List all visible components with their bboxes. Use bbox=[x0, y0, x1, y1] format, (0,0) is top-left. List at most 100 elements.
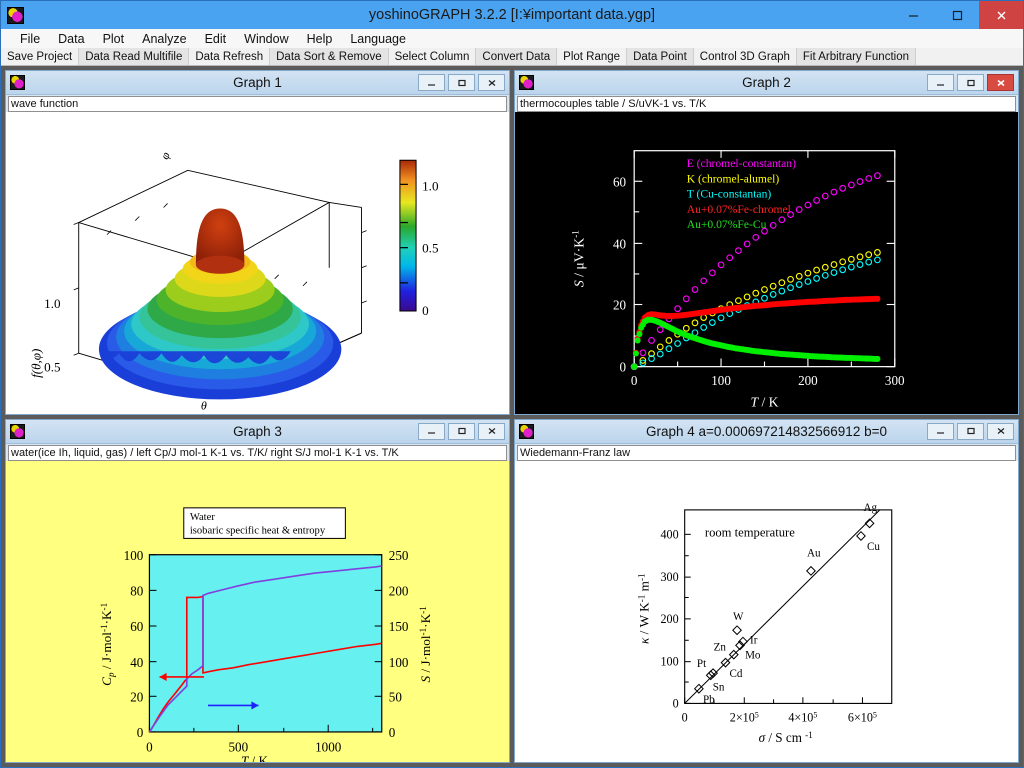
graph2-restore-button[interactable] bbox=[957, 74, 984, 91]
graph3-x-tick-0: 0 bbox=[146, 739, 153, 754]
graph2-x-tick-1: 100 bbox=[711, 373, 731, 388]
graph4-caption[interactable]: Wiedemann-Franz law bbox=[517, 444, 1016, 461]
graph-window-3[interactable]: Graph 3 water(ice Ih, liquid, gas) / lef… bbox=[5, 418, 510, 763]
graph3-yr-tick-0: 0 bbox=[389, 724, 396, 739]
graph3-yr-tick-4: 200 bbox=[389, 583, 409, 598]
graph2-titlebar: Graph 2 bbox=[515, 71, 1018, 95]
graph4-x-axis-label: σ / S cm -1 bbox=[759, 730, 813, 745]
graph4-point-label-au: Au bbox=[807, 547, 821, 559]
graph1-restore-button[interactable] bbox=[448, 74, 475, 91]
menu-plot[interactable]: Plot bbox=[94, 32, 134, 46]
menu-help[interactable]: Help bbox=[298, 32, 342, 46]
maximize-button[interactable] bbox=[935, 1, 979, 29]
graph2-plot-area[interactable]: 0 100 200 300 0 20 40 60 T / K S / μV·K-… bbox=[515, 112, 1018, 414]
graph2-caption[interactable]: thermocouples table / S/uVK-1 vs. T/K bbox=[517, 96, 1016, 112]
graph2-y-tick-0: 0 bbox=[620, 360, 627, 375]
graph1-caption[interactable]: wave function bbox=[8, 96, 507, 112]
toolbar-data-refresh[interactable]: Data Refresh bbox=[189, 48, 271, 65]
graph2-close-button[interactable] bbox=[987, 74, 1014, 91]
graph1-z-axis-label: f(θ,φ) bbox=[28, 349, 43, 378]
graph2-minimize-button[interactable] bbox=[927, 74, 954, 91]
graph4-x-tick-3: 6×105 bbox=[848, 710, 877, 724]
close-button[interactable] bbox=[979, 1, 1023, 29]
graph1-surface-plot: 1.0 0.5 0 f(θ,φ) φ θ 1.0 bbox=[28, 150, 439, 413]
toolbar: Save Project Data Read Multifile Data Re… bbox=[1, 48, 1023, 66]
menu-data[interactable]: Data bbox=[49, 32, 93, 46]
graph3-yr-tick-5: 250 bbox=[389, 547, 409, 562]
graph3-restore-button[interactable] bbox=[448, 422, 475, 440]
graph2-y-tick-2: 40 bbox=[613, 236, 627, 251]
menu-analyze[interactable]: Analyze bbox=[133, 32, 195, 46]
toolbar-convert-data[interactable]: Convert Data bbox=[476, 48, 558, 65]
graph3-caption[interactable]: water(ice Ih, liquid, gas) / left Cp/J m… bbox=[8, 444, 507, 461]
graph4-point-label-w: W bbox=[733, 610, 744, 622]
graph3-y-right-axis-label: S / J·mol-1·K-1 bbox=[418, 606, 433, 682]
graph4-plot-area[interactable]: 0 100 200 300 400 0 2×105 4×105 6×105 σ … bbox=[515, 460, 1018, 762]
graph3-plot-area[interactable]: Water isobaric specific heat & entropy 0… bbox=[6, 460, 509, 762]
graph4-point-label-ir: Ir bbox=[750, 634, 758, 646]
window-controls bbox=[891, 1, 1023, 29]
application-window: yoshinoGRAPH 3.2.2 [I:¥important data.yg… bbox=[0, 0, 1024, 768]
graph1-colorbar-tick-3: 0 bbox=[422, 303, 429, 318]
graph3-yl-tick-5: 100 bbox=[124, 547, 144, 562]
graph3-yr-tick-3: 150 bbox=[389, 619, 409, 634]
graph4-point-label-ag: Ag bbox=[863, 502, 877, 514]
graph-window-1[interactable]: Graph 1 wave function 1.0 0.5 f(θ,φ) φ θ… bbox=[5, 70, 510, 415]
graph1-minimize-button[interactable] bbox=[418, 74, 445, 91]
minimize-button[interactable] bbox=[891, 1, 935, 29]
graph1-controls bbox=[418, 74, 509, 91]
graph3-x-tick-1: 500 bbox=[228, 739, 248, 754]
graph4-x-tick-2: 4×105 bbox=[788, 710, 817, 724]
graph4-controls bbox=[927, 422, 1018, 440]
graph2-legend-item-0: E (chromel-constantan) bbox=[687, 157, 796, 170]
graph1-colorbar: 1.0 0.5 0 bbox=[399, 159, 439, 318]
graph4-annotation: room temperature bbox=[705, 525, 795, 539]
menu-window[interactable]: Window bbox=[235, 32, 297, 46]
menu-edit[interactable]: Edit bbox=[196, 32, 236, 46]
toolbar-data-point[interactable]: Data Point bbox=[627, 48, 694, 65]
graph4-x-tick-0: 0 bbox=[682, 710, 688, 724]
graph3-yl-tick-4: 80 bbox=[130, 583, 144, 598]
toolbar-data-sort-remove[interactable]: Data Sort & Remove bbox=[270, 48, 389, 65]
graph4-restore-button[interactable] bbox=[957, 422, 984, 440]
graph1-colorbar-tick-1: 1.0 bbox=[422, 178, 439, 193]
menubar: File Data Plot Analyze Edit Window Help … bbox=[1, 29, 1023, 48]
toolbar-fit-arbitrary-function[interactable]: Fit Arbitrary Function bbox=[796, 48, 916, 65]
graph4-chart: 0 100 200 300 400 0 2×105 4×105 6×105 σ … bbox=[515, 460, 1018, 762]
graph-window-2[interactable]: Graph 2 thermocouples table / S/uVK-1 vs… bbox=[514, 70, 1019, 415]
graph3-yr-tick-2: 100 bbox=[389, 654, 409, 669]
toolbar-data-read-multifile[interactable]: Data Read Multifile bbox=[79, 48, 190, 65]
graph3-chart: Water isobaric specific heat & entropy 0… bbox=[6, 460, 509, 762]
graph3-annotation-line-1: Water bbox=[190, 512, 215, 523]
menu-file[interactable]: File bbox=[11, 32, 49, 46]
graph-window-4[interactable]: Graph 4 a=0.000697214832566912 b=0 Wiede… bbox=[514, 418, 1019, 763]
graph2-x-axis-label: T / K bbox=[750, 394, 778, 409]
graph3-titlebar: Graph 3 bbox=[6, 419, 509, 444]
graph4-y-tick-1: 100 bbox=[660, 654, 678, 668]
surface-mesh bbox=[98, 208, 342, 400]
graph4-point-label-zn: Zn bbox=[714, 641, 727, 653]
graph4-minimize-button[interactable] bbox=[927, 422, 954, 440]
graph3-close-button[interactable] bbox=[478, 422, 505, 440]
toolbar-save-project[interactable]: Save Project bbox=[1, 48, 80, 65]
graph1-titlebar: Graph 1 bbox=[6, 71, 509, 95]
graph1-plot-area[interactable]: 1.0 0.5 0 f(θ,φ) φ θ 1.0 bbox=[6, 112, 509, 414]
graph3-yl-tick-0: 0 bbox=[137, 724, 144, 739]
graph4-close-button[interactable] bbox=[987, 422, 1014, 440]
graph4-x-tick-1: 2×105 bbox=[730, 710, 759, 724]
graph1-close-button[interactable] bbox=[478, 74, 505, 91]
graph2-legend-item-1: K (chromel-alumel) bbox=[687, 172, 780, 185]
toolbar-control-3d-graph[interactable]: Control 3D Graph bbox=[694, 48, 797, 65]
graph2-chart: 0 100 200 300 0 20 40 60 T / K S / μV·K-… bbox=[515, 112, 1018, 414]
graph3-annotation-line-2: isobaric specific heat & entropy bbox=[190, 525, 326, 536]
graph4-y-tick-2: 200 bbox=[660, 611, 678, 625]
toolbar-plot-range[interactable]: Plot Range bbox=[557, 48, 628, 65]
graph3-minimize-button[interactable] bbox=[418, 422, 445, 440]
graph3-yl-tick-2: 40 bbox=[130, 654, 144, 669]
graph4-y-tick-4: 400 bbox=[660, 527, 678, 541]
graph3-controls bbox=[418, 422, 509, 440]
graph2-y-tick-3: 60 bbox=[613, 174, 627, 189]
menu-language[interactable]: Language bbox=[341, 32, 415, 46]
toolbar-select-column[interactable]: Select Column bbox=[389, 48, 477, 65]
graph4-point-label-cu: Cu bbox=[867, 541, 880, 553]
